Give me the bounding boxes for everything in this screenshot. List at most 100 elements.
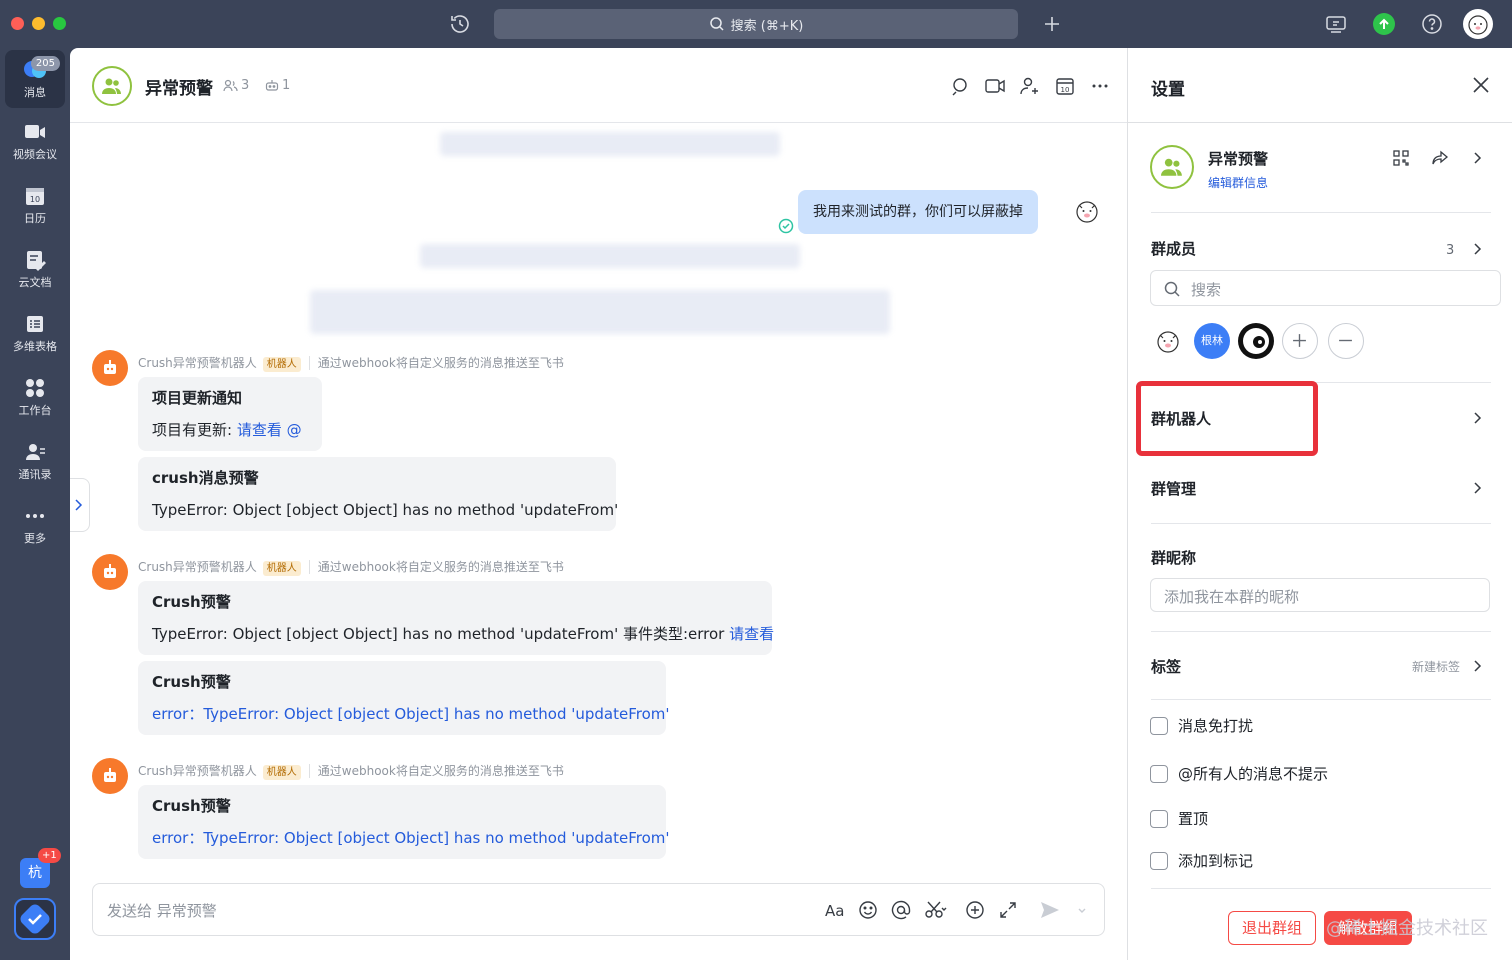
mute-option[interactable]: 消息免打扰 <box>1150 715 1253 736</box>
remove-member-button[interactable] <box>1328 323 1364 359</box>
message-card[interactable]: Crush预警 error：TypeError: Object [object … <box>138 661 670 735</box>
nav-bitable[interactable]: 多维表格 <box>5 306 65 364</box>
chevron-right-icon[interactable] <box>1468 479 1486 497</box>
members-label[interactable]: 群成员 <box>1151 238 1196 259</box>
user-avatar[interactable] <box>1463 9 1493 39</box>
minimize-window-button[interactable] <box>32 17 45 30</box>
qr-code-icon[interactable] <box>1391 148 1411 168</box>
screen-share-icon[interactable] <box>1324 12 1348 36</box>
chevron-right-icon[interactable] <box>1468 240 1486 258</box>
history-icon[interactable] <box>448 12 472 36</box>
send-options-chevron-icon[interactable] <box>1070 898 1094 922</box>
chevron-right-icon[interactable] <box>1468 409 1486 427</box>
member-search-placeholder: 搜索 <box>1191 281 1222 299</box>
mark-checkbox[interactable] <box>1150 851 1168 870</box>
group-manage-label[interactable]: 群管理 <box>1151 478 1196 499</box>
nav-calendar[interactable]: 10 日历 <box>5 178 65 236</box>
member-count-value: 3 <box>241 78 250 93</box>
nav-more[interactable]: 更多 <box>5 498 65 556</box>
member-avatar[interactable] <box>1238 323 1274 359</box>
message-card[interactable]: Crush预警 TypeError: Object [object Object… <box>138 581 774 655</box>
unread-badge: 205 <box>30 56 60 71</box>
member-search-input[interactable]: 搜索 <box>1150 270 1501 306</box>
my-message-bubble[interactable]: 我用来测试的群，你们可以屏蔽掉 <box>798 190 1038 234</box>
scissors-icon[interactable] <box>923 898 947 922</box>
close-window-button[interactable] <box>11 17 24 30</box>
card-title: Crush预警 <box>152 797 231 815</box>
chat-search-icon[interactable] <box>949 75 971 97</box>
mute-checkbox[interactable] <box>1150 716 1168 735</box>
message-composer[interactable]: 发送给 异常预警 Aa <box>92 883 1105 936</box>
bot-tag: 机器人 <box>262 765 301 780</box>
group-avatar-large[interactable] <box>1150 145 1194 189</box>
message-card[interactable]: Crush预警 error：TypeError: Object [object … <box>138 785 670 859</box>
members-count: 3 <box>1446 243 1455 258</box>
chat-title[interactable]: 异常预警 <box>145 74 213 99</box>
message-card[interactable]: 项目更新通知 项目有更新: 请查看 @ <box>138 377 322 451</box>
bot-sender-name[interactable]: Crush异常预警机器人 <box>138 764 257 778</box>
close-icon[interactable] <box>1470 74 1492 96</box>
bot-count[interactable]: 1 <box>265 78 290 93</box>
pin-option[interactable]: 置顶 <box>1150 808 1208 829</box>
nav-contacts[interactable]: 通讯录 <box>5 434 65 492</box>
chat-calendar-icon[interactable]: 10 <box>1054 75 1076 97</box>
card-link[interactable]: 请查看 @ <box>237 421 302 439</box>
search-icon <box>1164 281 1180 297</box>
global-search-bar[interactable]: 搜索 (⌘+K) <box>494 9 1018 39</box>
chat-panel: 异常预警 3 1 10 我用来测试的群，你们可以屏蔽掉 Crush异常预警机器人… <box>70 48 1127 960</box>
member-avatar[interactable] <box>1150 323 1186 359</box>
emoji-icon[interactable] <box>856 898 880 922</box>
nav-docs[interactable]: 云文档 <box>5 242 65 300</box>
card-link[interactable]: 请查看 <box>729 625 774 643</box>
group-icon <box>1161 158 1182 176</box>
add-member-icon[interactable] <box>1019 75 1041 97</box>
nav-video-meeting[interactable]: 视频会议 <box>5 114 65 172</box>
bot-sender-name[interactable]: Crush异常预警机器人 <box>138 560 257 574</box>
pin-checkbox[interactable] <box>1150 809 1168 828</box>
plus-icon[interactable] <box>1040 12 1064 36</box>
group-avatar[interactable] <box>92 66 132 106</box>
nav-workplace[interactable]: 工作台 <box>5 370 65 428</box>
mention-icon[interactable] <box>889 898 913 922</box>
card-error-link[interactable]: error：TypeError: Object [object Object] … <box>152 827 670 849</box>
my-avatar[interactable] <box>1072 196 1102 226</box>
robot-icon <box>104 360 116 374</box>
nickname-input[interactable]: 添加我在本群的昵称 <box>1150 578 1490 612</box>
add-member-button[interactable] <box>1282 323 1318 359</box>
nav-label: 消息 <box>24 86 46 99</box>
bot-avatar[interactable] <box>92 554 128 590</box>
new-tag-link[interactable]: 新建标签 <box>1412 658 1460 675</box>
video-call-icon[interactable] <box>984 75 1006 97</box>
nav-messages[interactable]: 消息 205 <box>5 50 65 108</box>
exit-group-button[interactable]: 退出群组 <box>1228 911 1316 945</box>
help-icon[interactable] <box>1420 12 1444 36</box>
settings-title: 设置 <box>1151 80 1185 100</box>
add-circle-icon[interactable] <box>963 898 987 922</box>
card-title: crush消息预警 <box>152 469 259 487</box>
maximize-window-button[interactable] <box>53 17 66 30</box>
divider <box>1128 122 1512 123</box>
expand-sidebar-tab[interactable] <box>70 478 90 532</box>
mention-all-checkbox[interactable] <box>1150 764 1168 783</box>
bot-sender-name[interactable]: Crush异常预警机器人 <box>138 356 257 370</box>
app-shortcut-button[interactable] <box>14 898 56 940</box>
member-avatar[interactable]: 根林 <box>1194 323 1230 359</box>
edit-group-info-link[interactable]: 编辑群信息 <box>1208 174 1268 191</box>
expand-icon[interactable] <box>996 898 1020 922</box>
bot-avatar[interactable] <box>92 350 128 386</box>
chevron-right-icon[interactable] <box>1468 657 1486 675</box>
bot-sender: Crush异常预警机器人 机器人 通过webhook将自定义服务的消息推送至飞书 <box>138 354 564 372</box>
message-card[interactable]: crush消息预警 TypeError: Object [object Obje… <box>138 457 618 531</box>
send-icon[interactable] <box>1038 898 1062 922</box>
bot-avatar[interactable] <box>92 758 128 794</box>
card-error-link[interactable]: error：TypeError: Object [object Object] … <box>152 703 670 725</box>
share-icon[interactable] <box>1430 148 1450 168</box>
composer-placeholder: 发送给 异常预警 <box>107 902 217 920</box>
text-format-icon[interactable]: Aa <box>823 898 847 922</box>
member-count[interactable]: 3 <box>223 78 249 93</box>
mark-option[interactable]: 添加到标记 <box>1150 850 1253 871</box>
mention-all-option[interactable]: @所有人的消息不提示 <box>1150 763 1328 784</box>
update-icon[interactable] <box>1373 13 1395 35</box>
more-icon[interactable] <box>1089 75 1111 97</box>
chevron-right-icon[interactable] <box>1468 149 1486 167</box>
